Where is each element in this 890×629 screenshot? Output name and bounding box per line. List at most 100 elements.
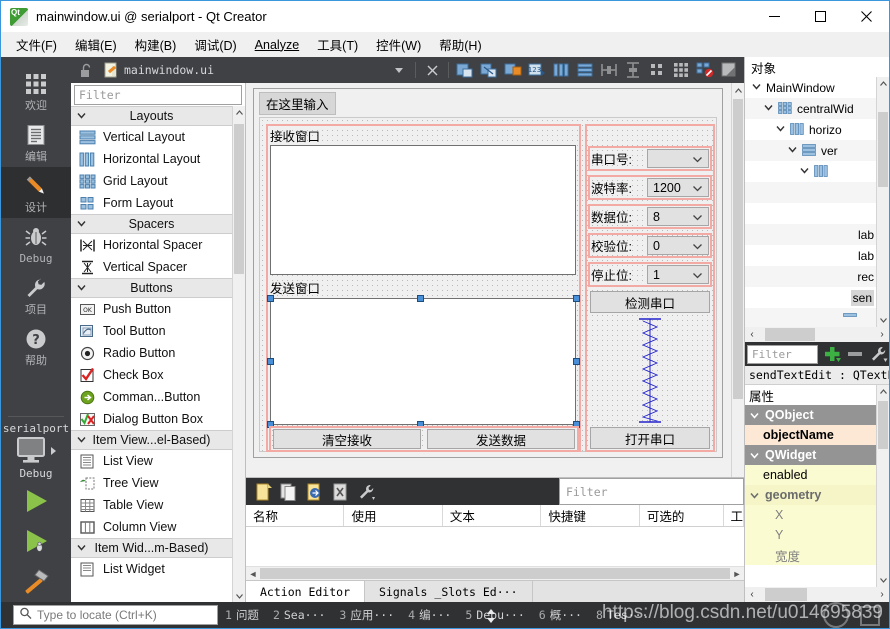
form-central-widget[interactable]: 接收窗口 发送窗口 <box>259 117 717 452</box>
sidebar-item-help[interactable]: ? 帮助 <box>1 320 71 371</box>
column-header-tooltip[interactable]: 工 <box>724 505 745 526</box>
scrollbar-thumb[interactable] <box>765 588 807 601</box>
sidebar-item-edit[interactable]: 编辑 <box>1 116 71 167</box>
property-vertical-scrollbar[interactable] <box>876 385 889 587</box>
menu-tools[interactable]: 工具(T) <box>308 32 367 57</box>
minimize-icon[interactable] <box>751 1 797 32</box>
chevron-up-icon[interactable] <box>877 77 889 91</box>
widget-item-list-view[interactable]: List View <box>71 450 232 472</box>
tab-signals-slots-editor[interactable]: Signals _Slots Ed··· <box>365 581 532 602</box>
edit-buddies-icon[interactable] <box>502 59 524 81</box>
resize-handle-mr[interactable] <box>573 358 580 365</box>
column-header-name[interactable]: 名称 <box>246 505 344 526</box>
property-enabled[interactable]: enabled <box>745 465 876 485</box>
menu-analyze[interactable]: Analyze <box>246 35 308 55</box>
close-icon[interactable] <box>843 1 889 32</box>
chevron-down-icon[interactable] <box>877 573 889 587</box>
chevron-right-icon[interactable]: › <box>875 589 889 600</box>
property-group-qobject[interactable]: QObject <box>745 405 876 425</box>
adjust-size-icon[interactable] <box>718 59 740 81</box>
resize-handle-tr[interactable] <box>573 295 580 302</box>
object-tree-vertical-scrollbar[interactable] <box>876 77 889 327</box>
form-canvas[interactable]: 在这里输入 接收窗口 发送窗口 <box>246 83 731 477</box>
layout-vertically-icon[interactable] <box>574 59 596 81</box>
property-geometry-width[interactable]: 宽度 <box>745 545 876 565</box>
send-window-label[interactable]: 发送窗口 <box>270 278 320 297</box>
widget-box-filter[interactable]: Filter <box>74 85 242 105</box>
port-number-combo[interactable] <box>647 149 709 168</box>
action-table-body[interactable] <box>246 527 744 566</box>
widget-group-item-views[interactable]: Item View...el-Based) <box>71 430 232 450</box>
status-item-application-output[interactable]: 3 应用··· <box>332 607 401 623</box>
object-tree-horizontal-scrollbar[interactable]: ‹ › <box>745 327 889 342</box>
chevron-down-icon[interactable] <box>388 59 410 81</box>
vertical-spacer-icon[interactable] <box>631 318 669 423</box>
widget-item-form-layout[interactable]: Form Layout <box>71 192 232 214</box>
widget-item-check-box[interactable]: Check Box <box>71 364 232 386</box>
property-geometry[interactable]: geometry <box>745 485 876 505</box>
debug-run-button[interactable] <box>1 521 71 562</box>
tree-row-centralwidget[interactable]: centralWid <box>745 98 876 119</box>
edit-widgets-icon[interactable] <box>454 59 476 81</box>
edit-signals-slots-icon[interactable] <box>478 59 500 81</box>
chevron-right-icon[interactable]: ► <box>730 569 744 579</box>
open-document-selector[interactable]: mainwindow.ui <box>99 62 218 78</box>
plus-icon[interactable] <box>822 343 842 365</box>
widget-item-command-link-button[interactable]: Comman...Button <box>71 386 232 408</box>
chevron-up-icon[interactable] <box>732 83 744 98</box>
chevron-left-icon[interactable]: ◄ <box>246 569 260 579</box>
detect-port-button[interactable]: 检测串口 <box>590 291 710 313</box>
column-header-used[interactable]: 使用 <box>344 505 442 526</box>
canvas-vertical-scrollbar[interactable] <box>731 83 744 477</box>
widget-item-column-view[interactable]: Column View <box>71 516 232 538</box>
menu-file[interactable]: 文件(F) <box>7 32 66 57</box>
receive-text-edit[interactable] <box>270 145 576 275</box>
search-input[interactable]: Type to locate (Ctrl+K) <box>13 605 218 625</box>
chevron-down-icon[interactable] <box>233 589 245 602</box>
stop-bits-combo[interactable]: 1 <box>647 265 709 284</box>
build-button[interactable] <box>1 561 71 602</box>
wrench-icon[interactable] <box>869 343 889 365</box>
tree-row-vertical-layout[interactable]: ver <box>745 140 876 161</box>
chevron-down-icon[interactable] <box>749 410 760 421</box>
status-item-test-results[interactable]: 8 Tes··· <box>589 608 655 622</box>
widget-group-spacers[interactable]: Spacers <box>71 214 232 234</box>
status-item-search[interactable]: 2 Sea··· <box>266 608 332 622</box>
close-document-icon[interactable] <box>421 59 443 81</box>
chevron-down-icon[interactable] <box>751 81 762 95</box>
chevron-down-icon[interactable] <box>749 490 760 501</box>
layout-splitter-vertical-icon[interactable] <box>622 59 644 81</box>
tree-row-horizontal-layout[interactable]: horizo <box>745 119 876 140</box>
status-item-overview[interactable]: 6 概··· <box>532 607 589 623</box>
layout-grid-icon[interactable] <box>670 59 692 81</box>
sidebar-item-debug[interactable]: Debug <box>1 218 71 269</box>
action-editor-horizontal-scrollbar[interactable]: ◄ ► <box>246 566 744 580</box>
status-item-compile-output[interactable]: 4 编··· <box>401 607 458 623</box>
baud-rate-combo[interactable]: 1200 <box>647 178 709 197</box>
property-horizontal-scrollbar[interactable]: ‹ › <box>745 587 889 602</box>
menu-edit[interactable]: 编辑(E) <box>66 32 126 57</box>
form-menu-bar[interactable]: 在这里输入 <box>254 89 722 111</box>
menu-widgets[interactable]: 控件(W) <box>367 32 430 57</box>
data-bits-combo[interactable]: 8 <box>647 207 709 226</box>
scrollbar-thumb[interactable] <box>878 112 888 187</box>
column-header-checkable[interactable]: 可选的 <box>640 505 724 526</box>
tree-row-mainwindow[interactable]: MainWindow <box>745 77 876 98</box>
property-geometry-y[interactable]: Y <box>745 525 876 545</box>
edit-tab-order-icon[interactable]: 123 <box>526 59 548 81</box>
unlocked-padlock-icon[interactable] <box>75 59 97 81</box>
wrench-icon[interactable] <box>356 481 378 503</box>
tree-row-receive-text-edit[interactable]: rec <box>745 266 876 287</box>
break-layout-icon[interactable] <box>694 59 716 81</box>
resize-handle-tm[interactable] <box>417 295 424 302</box>
widget-group-item-widgets[interactable]: Item Wid...m-Based) <box>71 538 232 558</box>
tree-row-label-2[interactable]: lab <box>745 245 876 266</box>
widget-item-table-view[interactable]: Table View <box>71 494 232 516</box>
widget-group-buttons[interactable]: Buttons <box>71 278 232 298</box>
chevron-down-icon[interactable] <box>749 450 760 461</box>
widget-item-horizontal-spacer[interactable]: Horizontal Spacer <box>71 234 232 256</box>
copy-action-icon[interactable] <box>278 481 300 503</box>
new-action-icon[interactable] <box>252 481 274 503</box>
widget-group-layouts[interactable]: Layouts <box>71 106 232 126</box>
widget-item-push-button[interactable]: OK Push Button <box>71 298 232 320</box>
